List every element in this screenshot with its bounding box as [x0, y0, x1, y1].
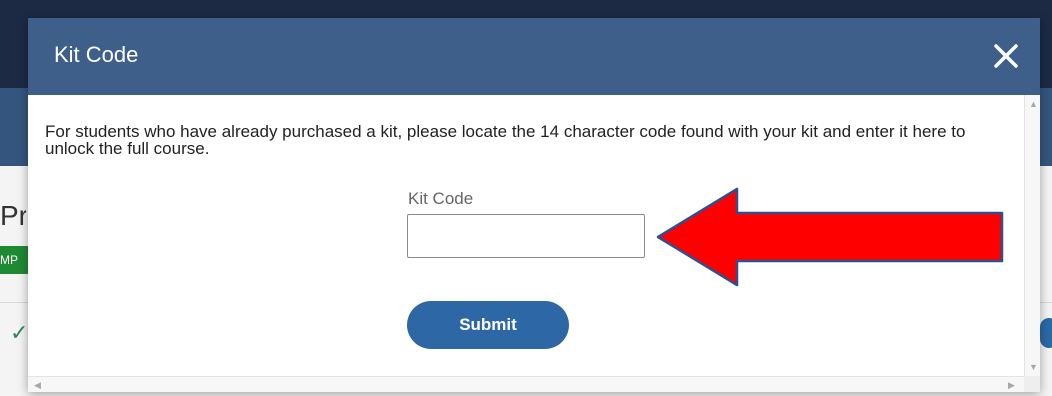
- chevron-up-icon[interactable]: ▲: [1029, 99, 1038, 109]
- chevron-right-icon[interactable]: ▶: [1008, 380, 1015, 390]
- modal-description: For students who have already purchased …: [45, 122, 966, 158]
- kit-code-label: Kit Code: [408, 189, 474, 208]
- vertical-scrollbar[interactable]: ▲ ▼: [1024, 95, 1040, 376]
- background-page-heading: Pre: [0, 200, 26, 231]
- horizontal-scrollbar[interactable]: ◀ ▶: [28, 376, 1024, 392]
- background-check-icon: ✓: [10, 320, 29, 345]
- submit-button[interactable]: Submit: [407, 301, 569, 349]
- background-side-button: [1040, 318, 1052, 348]
- close-icon: [994, 44, 1018, 68]
- kit-code-modal: Kit Code For students who have already p…: [28, 18, 1040, 392]
- red-arrow-annotation: [656, 187, 1004, 287]
- modal-body: For students who have already purchased …: [28, 95, 1024, 376]
- chevron-left-icon[interactable]: ◀: [34, 380, 41, 390]
- close-button[interactable]: [986, 36, 1026, 76]
- kit-code-input[interactable]: [407, 214, 645, 258]
- screen: Pre MP ✓ Kit Code For students who have …: [0, 0, 1052, 396]
- background-status-badge: MP: [0, 246, 28, 274]
- scrollbar-corner: [1024, 376, 1040, 392]
- modal-header: Kit Code: [28, 18, 1040, 95]
- modal-title: Kit Code: [54, 42, 139, 67]
- chevron-down-icon[interactable]: ▼: [1029, 362, 1038, 372]
